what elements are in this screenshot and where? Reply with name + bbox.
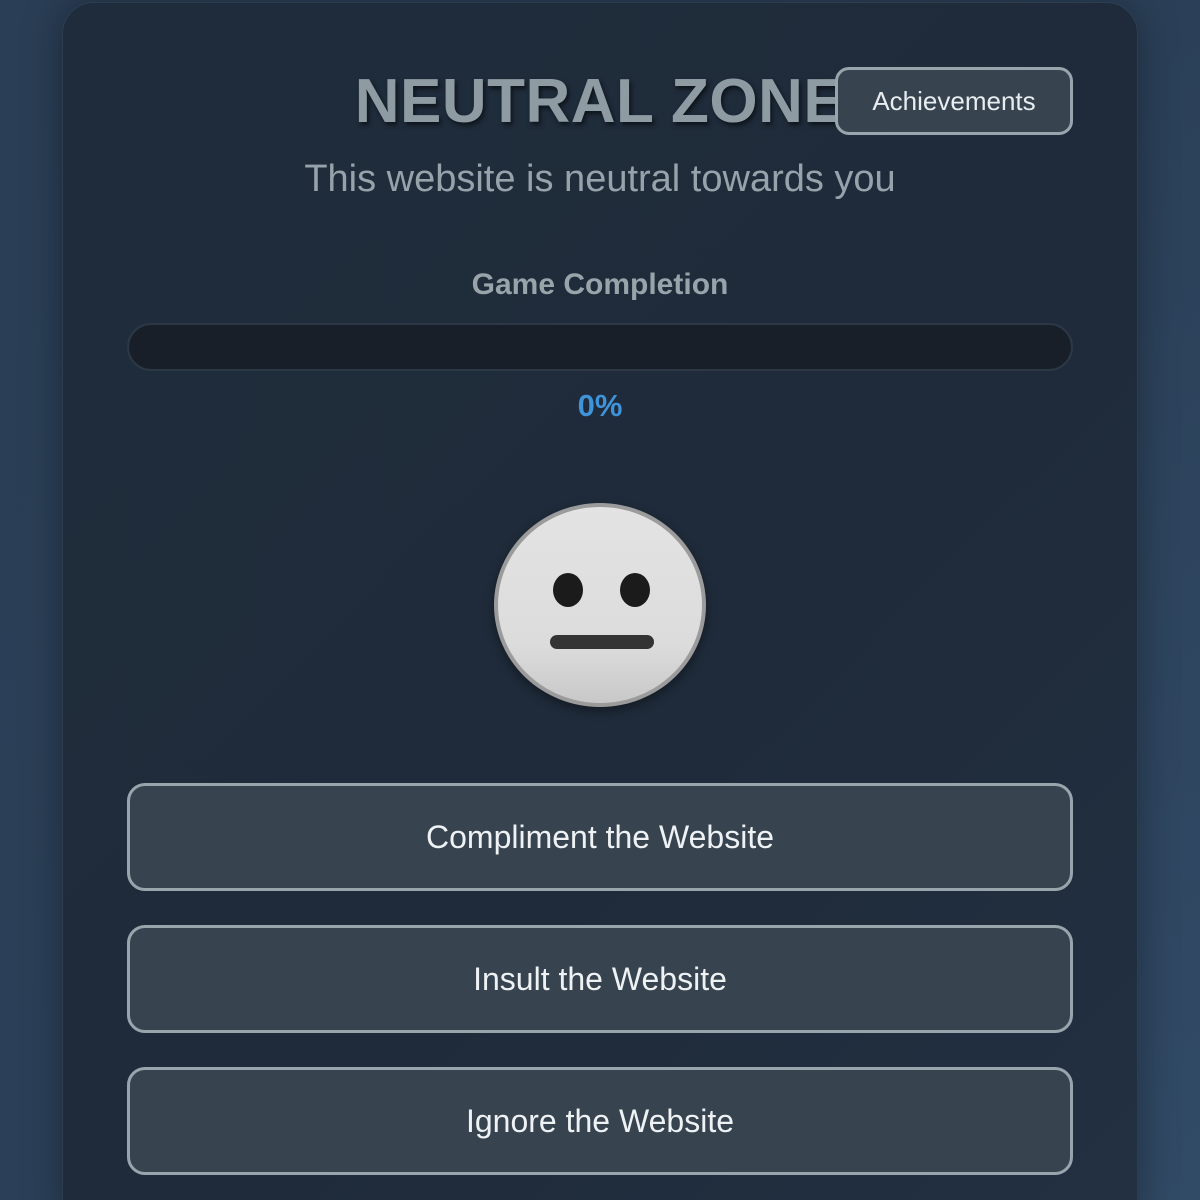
mouth — [550, 635, 654, 649]
right-eye — [620, 573, 650, 607]
progress-bar — [127, 323, 1073, 371]
neutral-face-icon — [494, 503, 706, 707]
achievements-button[interactable]: Achievements — [835, 67, 1073, 135]
mood-subtitle: This website is neutral towards you — [304, 158, 896, 200]
compliment-button[interactable]: Compliment the Website — [127, 783, 1073, 891]
ignore-button[interactable]: Ignore the Website — [127, 1067, 1073, 1175]
progress-percent: 0% — [577, 388, 623, 423]
left-eye — [553, 573, 583, 607]
insult-button[interactable]: Insult the Website — [127, 925, 1073, 1033]
progress-label: Game Completion — [471, 268, 729, 301]
